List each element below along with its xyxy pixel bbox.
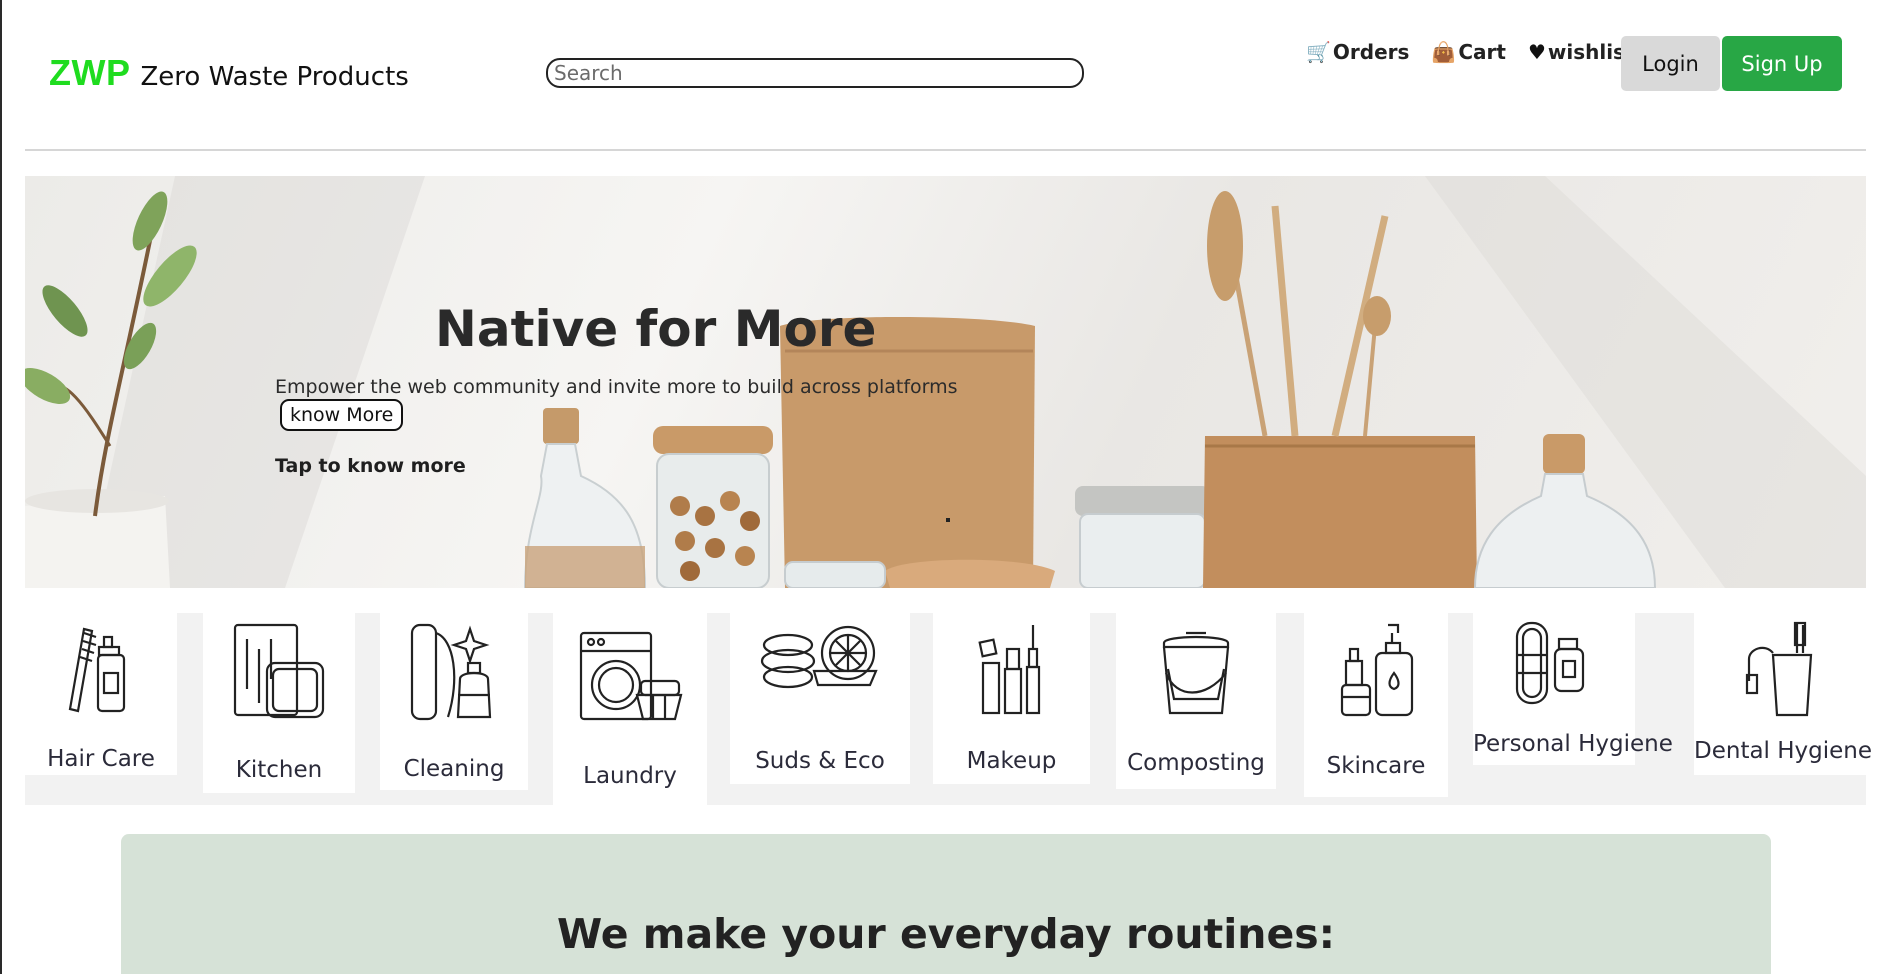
routine-title: We make your everyday routines: <box>556 910 1336 958</box>
heart-icon: ♥ <box>1527 40 1546 64</box>
toothbrush-icon <box>1745 621 1813 717</box>
category-label: Hair Care <box>47 746 155 772</box>
category-label: Kitchen <box>235 757 323 783</box>
hair-care-icon <box>68 627 126 713</box>
category-label: Suds & Eco <box>755 748 885 774</box>
hero-subtitle: Empower the web community and invite mor… <box>275 376 958 398</box>
compost-bin-icon <box>1162 631 1230 715</box>
soap-icon <box>760 625 878 689</box>
category-skincare[interactable]: Skincare <box>1304 613 1448 797</box>
category-strip: Hair Care Kitchen Cleaning Laundry Suds … <box>25 613 1873 805</box>
tap-to-know-more-link[interactable]: Tap to know more <box>275 455 466 477</box>
category-cleaning[interactable]: Cleaning <box>380 613 528 790</box>
kitchen-icon <box>233 623 325 719</box>
skincare-icon <box>1340 623 1414 717</box>
nav-cart-link[interactable]: 👜 Cart <box>1431 40 1506 64</box>
know-more-button[interactable]: know More <box>280 399 404 431</box>
laundry-icon <box>579 631 683 721</box>
logo-mark: ZWP <box>49 52 131 93</box>
category-label: Skincare <box>1326 753 1426 779</box>
hero-banner: Native for More Empower the web communit… <box>25 176 1866 588</box>
category-label: Composting <box>1127 750 1265 776</box>
nav-wishlist-link[interactable]: ♥ wishlist <box>1528 40 1635 64</box>
hero-title: Native for More <box>435 300 877 358</box>
category-label: Laundry <box>583 763 677 789</box>
category-label: Personal Hygiene <box>1473 731 1673 757</box>
personal-hygiene-icon <box>1515 621 1585 705</box>
category-label: Makeup <box>966 748 1057 774</box>
category-composting[interactable]: Composting <box>1116 613 1276 789</box>
category-dental-hygiene[interactable]: Dental Hygiene <box>1694 613 1873 775</box>
makeup-icon <box>977 625 1040 715</box>
category-laundry[interactable]: Laundry <box>553 613 707 805</box>
category-suds-eco[interactable]: Suds & Eco <box>730 613 910 784</box>
category-label: Dental Hygiene <box>1694 738 1873 764</box>
category-personal-hygiene[interactable]: Personal Hygiene <box>1473 613 1673 765</box>
login-button[interactable]: Login <box>1621 36 1720 91</box>
cleaning-icon <box>410 623 492 721</box>
header-divider <box>25 149 1866 151</box>
search-input[interactable] <box>546 58 1084 88</box>
top-nav: 🛒 Orders 👜 Cart ♥ wishlist <box>1306 40 1635 64</box>
category-makeup[interactable]: Makeup <box>933 613 1090 784</box>
category-label: Cleaning <box>403 756 505 782</box>
shopping-bag-icon: 👜 <box>1431 40 1457 64</box>
signup-button[interactable]: Sign Up <box>1722 36 1842 91</box>
routine-section: We make your everyday routines: <box>121 834 1771 974</box>
site-header: ZWP Zero Waste Products 🛒 Orders 👜 Cart … <box>0 0 1882 152</box>
logo-text: Zero Waste Products <box>140 62 409 92</box>
shopping-cart-icon: 🛒 <box>1306 40 1331 64</box>
nav-orders-label: Orders <box>1332 40 1410 64</box>
nav-cart-label: Cart <box>1458 40 1506 64</box>
category-kitchen[interactable]: Kitchen <box>203 613 355 793</box>
logo[interactable]: ZWP Zero Waste Products <box>49 52 409 94</box>
nav-orders-link[interactable]: 🛒 Orders <box>1306 40 1409 64</box>
category-hair-care[interactable]: Hair Care <box>25 613 177 775</box>
